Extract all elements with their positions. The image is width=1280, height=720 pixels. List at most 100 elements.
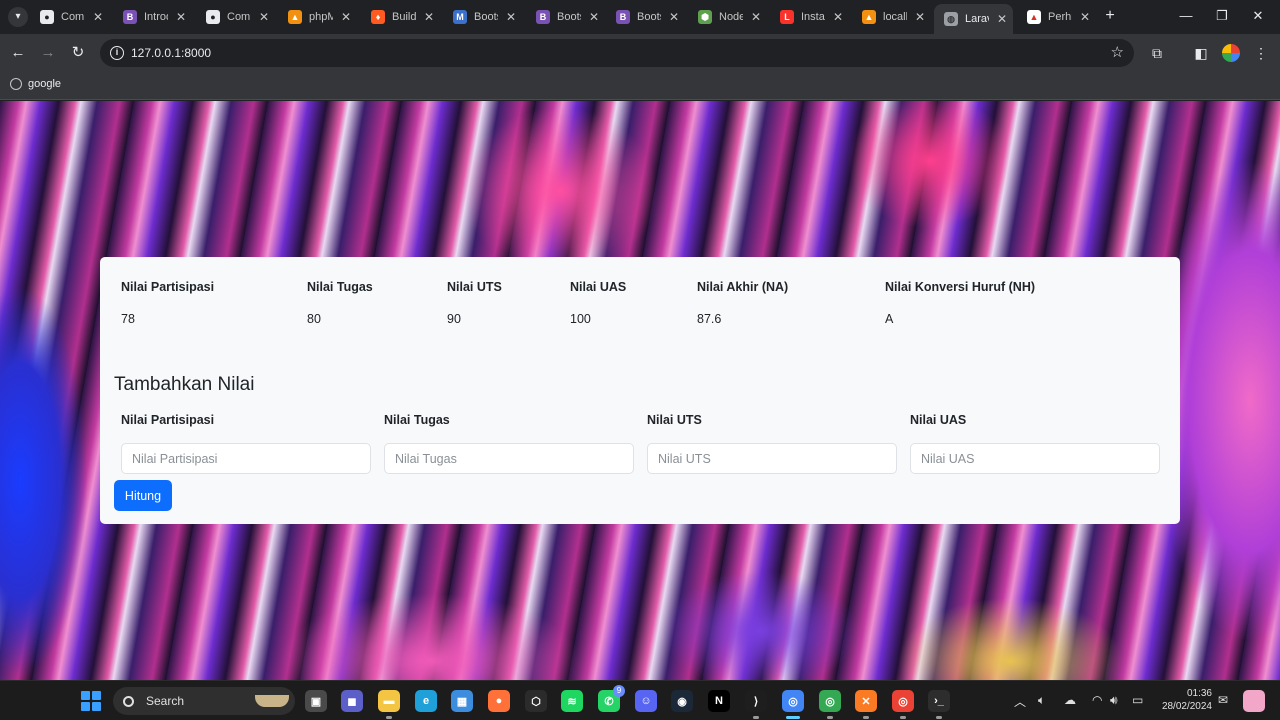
tab-close-icon[interactable]: ✕: [1080, 10, 1090, 24]
speaker-icon[interactable]: 🔈︎: [1038, 693, 1045, 708]
chrome-icon[interactable]: ◎: [782, 690, 804, 719]
tab-title: Boots: [557, 11, 581, 23]
url-text[interactable]: 127.0.0.1:8000: [131, 46, 211, 60]
input-uts[interactable]: [647, 443, 897, 474]
maximize-button[interactable]: ❐: [1210, 6, 1234, 26]
tab-10[interactable]: L Instal ✕: [770, 4, 849, 30]
tab-close-icon[interactable]: ✕: [424, 10, 434, 24]
steam-icon[interactable]: ◉: [671, 690, 693, 712]
onedrive-icon[interactable]: ☁︎: [1064, 693, 1076, 707]
tab-close-icon[interactable]: ✕: [506, 10, 516, 24]
globe-icon: [10, 78, 22, 90]
start-button[interactable]: [81, 691, 101, 711]
tab-4[interactable]: ▲ phpM ✕: [278, 4, 357, 30]
wifi-icon[interactable]: ◠: [1092, 693, 1102, 707]
store-icon[interactable]: ▦: [451, 690, 473, 712]
nodejs-icon: ⬢: [698, 10, 712, 24]
close-window-button[interactable]: ✕: [1246, 6, 1270, 26]
taskbar-search[interactable]: Search: [113, 687, 295, 715]
file-explorer-icon[interactable]: ▬: [378, 690, 400, 719]
menu-icon[interactable]: ⋮: [1251, 43, 1271, 63]
github-icon: ●: [206, 10, 220, 24]
bootstrap-icon: B: [616, 10, 630, 24]
site-info-icon[interactable]: i: [110, 46, 124, 60]
table-cell: 87.6: [697, 312, 722, 326]
xampp-icon[interactable]: ✕: [855, 690, 877, 719]
tab-close-icon[interactable]: ✕: [341, 10, 351, 24]
tab-title: phpM: [309, 11, 333, 23]
tab-12[interactable]: ◍ Larav ✕: [934, 4, 1014, 34]
reload-button[interactable]: ↻: [67, 42, 89, 64]
tray-chevron-icon[interactable]: ︿: [1014, 693, 1026, 710]
netflix-icon[interactable]: N: [708, 690, 730, 712]
taskbar: Search ▣ ◼ ▬ e ▦ ● ⬡ ≋ ✆ 9 ☺ ◉ N ⟩ ◎ ◎ ✕ ◎ ›_ ︿ 🔈︎ ☁︎ ◠ 🔊︎…: [0, 680, 1280, 720]
task-view-icon[interactable]: ▣: [305, 690, 327, 712]
tab-close-icon[interactable]: ✕: [176, 10, 186, 24]
tab-close-icon[interactable]: ✕: [833, 10, 843, 24]
tab-11[interactable]: ▲ localh ✕: [852, 4, 931, 30]
notification-badge: 9: [613, 685, 625, 697]
input-tugas[interactable]: [384, 443, 634, 474]
notification-icon[interactable]: ✉: [1218, 693, 1228, 707]
tab-search-icon[interactable]: ▾: [8, 7, 28, 27]
new-tab-button[interactable]: +: [1100, 6, 1120, 26]
tab-close-icon[interactable]: ✕: [751, 10, 761, 24]
address-bar[interactable]: i 127.0.0.1:8000 ☆: [100, 39, 1134, 67]
tab-close-icon[interactable]: ✕: [997, 12, 1007, 26]
tab-7[interactable]: B Boots ✕: [526, 4, 605, 30]
table-cell: 80: [307, 312, 321, 326]
tab-9[interactable]: ⬢ Node ✕: [688, 4, 767, 30]
chrome-profile-icon[interactable]: ◎: [819, 690, 841, 719]
firefox-icon[interactable]: ●: [488, 690, 510, 712]
table-header: Nilai Konversi Huruf (NH): [885, 280, 1036, 294]
forward-button[interactable]: →: [37, 42, 59, 64]
widget-avatar-icon[interactable]: [1243, 690, 1265, 712]
tab-close-icon[interactable]: ✕: [93, 10, 103, 24]
tab-2[interactable]: B Introd ✕: [113, 4, 192, 30]
tab-3[interactable]: ● Comp ✕: [196, 4, 275, 30]
profile-avatar[interactable]: [1222, 44, 1240, 62]
dev-app-icon[interactable]: ⬡: [525, 690, 547, 712]
battery-icon[interactable]: ▭: [1132, 693, 1143, 707]
input-uas[interactable]: [910, 443, 1160, 474]
vscode-icon[interactable]: ⟩: [745, 690, 767, 719]
table-cell: 90: [447, 312, 461, 326]
tab-5[interactable]: ♦ Build ✕: [361, 4, 440, 30]
tab-1[interactable]: ● Comp ✕: [30, 4, 109, 30]
discord-icon[interactable]: ☺: [635, 690, 657, 712]
tab-close-icon[interactable]: ✕: [589, 10, 599, 24]
terminal-icon[interactable]: ›_: [928, 690, 950, 719]
clock[interactable]: 01:36 28/02/2024: [1158, 687, 1212, 713]
label-uts: Nilai UTS: [647, 413, 702, 427]
input-partisipasi[interactable]: [121, 443, 371, 474]
edge-icon[interactable]: e: [415, 690, 437, 712]
table-header: Nilai UTS: [447, 280, 502, 294]
back-button[interactable]: ←: [7, 42, 29, 64]
chat-icon[interactable]: ◼: [341, 690, 363, 712]
tab-close-icon[interactable]: ✕: [915, 10, 925, 24]
globe-icon: ◍: [944, 12, 958, 26]
clock-date: 28/02/2024: [1161, 701, 1212, 712]
tab-6[interactable]: M Boots ✕: [443, 4, 522, 30]
search-highlight-icon: [255, 695, 289, 707]
table-cell: 100: [570, 312, 591, 326]
laravel-icon: L: [780, 10, 794, 24]
side-panel-icon[interactable]: ◧: [1191, 43, 1211, 63]
clock-time: 01:36: [1186, 688, 1212, 699]
bootstrap-icon: B: [123, 10, 137, 24]
tab-13[interactable]: ▲ Perhi ✕: [1017, 4, 1096, 30]
minimize-button[interactable]: —: [1174, 6, 1198, 26]
chrome-icon[interactable]: ◎: [892, 690, 914, 719]
hitung-button[interactable]: Hitung: [114, 480, 172, 511]
spotify-icon[interactable]: ≋: [561, 690, 583, 712]
extensions-icon[interactable]: ⧉: [1147, 43, 1167, 63]
page-background: Nilai Partisipasi 78 Nilai Tugas 80 Nilai UT…: [0, 101, 1280, 680]
bookmark-google[interactable]: google: [10, 78, 61, 90]
table-cell: A: [885, 312, 894, 326]
tab-close-icon[interactable]: ✕: [669, 10, 679, 24]
tab-close-icon[interactable]: ✕: [259, 10, 269, 24]
volume-icon[interactable]: 🔊︎: [1110, 693, 1118, 708]
tab-8[interactable]: B Boots ✕: [606, 4, 685, 30]
bookmark-star-icon[interactable]: ☆: [1111, 43, 1124, 61]
browser-toolbar: ← → ↻ i 127.0.0.1:8000 ☆ ⧉ ◧ ⋮: [0, 34, 1280, 72]
